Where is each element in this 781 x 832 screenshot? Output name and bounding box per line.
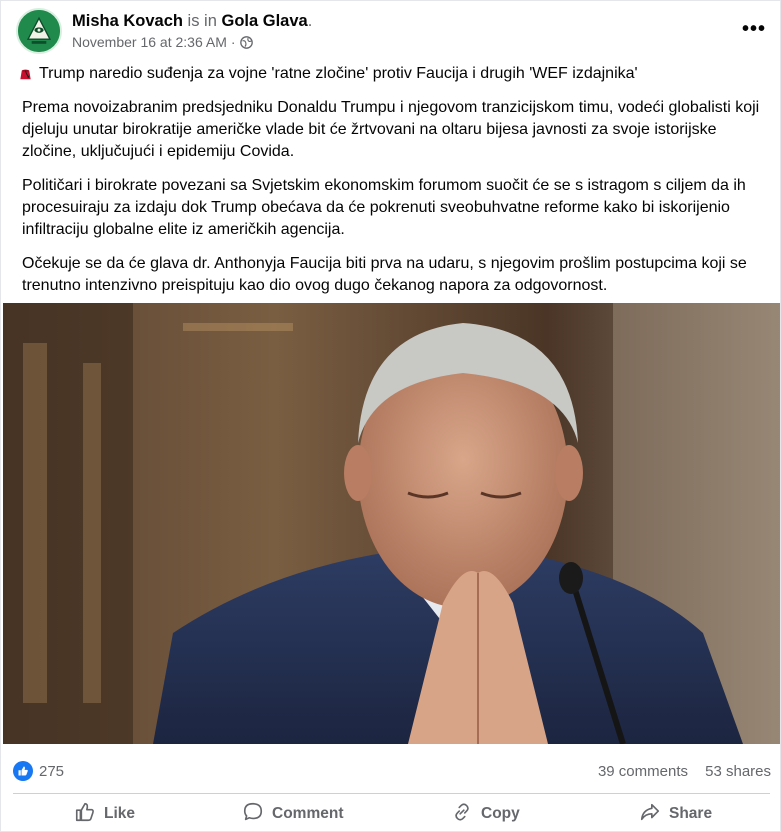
post-stats: 275 39 comments 53 shares — [1, 753, 781, 791]
reaction-count[interactable]: 275 — [39, 763, 64, 780]
avatar-pyramid-icon[interactable] — [16, 8, 62, 54]
share-label: Share — [669, 805, 713, 822]
post-text: Trump naredio suđenja za vojne 'ratne zl… — [18, 63, 770, 309]
more-options-button[interactable]: ••• — [738, 15, 770, 43]
thumbs-up-icon[interactable] — [13, 761, 33, 781]
share-icon — [639, 801, 661, 828]
post-paragraph-1: Prema novoizabranim predsjedniku Donaldu… — [22, 99, 760, 160]
link-icon — [451, 801, 473, 828]
post-timestamp-link[interactable]: November 16 at 2:36 AM — [72, 34, 227, 50]
post-paragraph-3: Očekuje se da će glava dr. Anthonyja Fau… — [22, 255, 747, 294]
post-photo[interactable] — [3, 303, 780, 744]
post-actions: Like Comment Copy Share — [1, 795, 781, 832]
group-suffix: . — [307, 12, 313, 30]
like-label: Like — [104, 805, 136, 822]
shares-count-link[interactable]: 53 shares — [705, 763, 771, 780]
feed-post: Misha Kovach is in Gola Glava. November … — [0, 0, 781, 832]
divider — [13, 793, 770, 794]
like-button[interactable]: Like — [74, 797, 135, 831]
is-in-text: is in — [187, 12, 217, 30]
globe-icon[interactable] — [239, 35, 253, 49]
post-header: Misha Kovach is in Gola Glava. November … — [1, 1, 781, 63]
copy-button[interactable]: Copy — [451, 797, 520, 831]
like-icon — [74, 801, 96, 828]
comments-count-link[interactable]: 39 comments — [598, 763, 688, 780]
comment-button[interactable]: Comment — [242, 797, 343, 831]
fez-icon — [18, 67, 33, 82]
meta-separator: · — [230, 34, 236, 50]
author-name-link[interactable]: Misha Kovach — [72, 12, 183, 30]
comment-icon — [242, 801, 264, 828]
author-line: Misha Kovach is in Gola Glava. — [72, 11, 312, 31]
comment-label: Comment — [272, 805, 344, 822]
group-name-link[interactable]: Gola Glava — [221, 12, 307, 30]
copy-label: Copy — [481, 805, 520, 822]
share-button[interactable]: Share — [639, 797, 712, 831]
post-paragraph-2: Političari i birokrate povezani sa Svjet… — [22, 177, 746, 238]
post-headline: Trump naredio suđenja za vojne 'ratne zl… — [18, 63, 770, 85]
headline-text: Trump naredio suđenja za vojne 'ratne zl… — [39, 65, 638, 82]
post-meta: November 16 at 2:36 AM · — [72, 34, 253, 50]
